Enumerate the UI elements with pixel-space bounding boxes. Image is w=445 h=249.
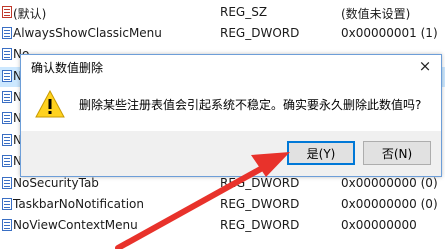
dword-value-icon [2, 134, 12, 146]
close-icon[interactable]: × [415, 57, 435, 75]
registry-row-default[interactable]: (默认) REG_SZ (数值未设置) [0, 3, 445, 23]
dword-value-icon [2, 219, 12, 231]
value-data: 0x00000000 [341, 218, 417, 232]
dialog-footer: 是(Y) 否(N) [21, 131, 441, 176]
registry-row-nosecuritytab[interactable]: NoSecurityTab REG_DWORD 0x00000000 (0) [0, 174, 445, 194]
value-data: 0x00000000 (0) [341, 197, 438, 211]
warning-icon [35, 90, 65, 118]
value-name: NoViewContextMenu [13, 218, 138, 232]
value-name: (默认) [13, 7, 47, 21]
yes-button[interactable]: 是(Y) [287, 141, 355, 165]
value-type: REG_DWORD [220, 176, 300, 190]
dialog-message: 删除某些注册表值会引起系统不稳定。确实要永久删除此数值吗? [79, 98, 422, 112]
value-data: 0x00000001 (1) [341, 26, 438, 40]
value-name: AlwaysShowClassicMenu [13, 26, 162, 40]
value-name: NoSecurityTab [13, 176, 99, 190]
value-type: REG_DWORD [220, 218, 300, 232]
dialog-content: 删除某些注册表值会引起系统不稳定。确实要永久删除此数值吗? [21, 79, 441, 131]
dword-value-icon [2, 27, 12, 39]
dword-value-icon [2, 198, 12, 210]
value-type: REG_DWORD [220, 197, 300, 211]
string-value-icon [2, 6, 12, 18]
registry-row-taskbarnonotification[interactable]: TaskbarNoNotification REG_DWORD 0x000000… [0, 195, 445, 215]
confirm-delete-dialog: 确认数值删除 × 删除某些注册表值会引起系统不稳定。确实要永久删除此数值吗? 是… [20, 54, 442, 177]
dialog-title: 确认数值删除 [31, 61, 104, 75]
dword-value-icon [2, 70, 12, 82]
registry-row-alwaysshowclassicmenu[interactable]: AlwaysShowClassicMenu REG_DWORD 0x000000… [0, 24, 445, 44]
dialog-titlebar[interactable]: 确认数值删除 × [21, 55, 441, 79]
value-name: TaskbarNoNotification [13, 197, 144, 211]
dword-value-icon [2, 177, 12, 189]
value-type: REG_SZ [220, 5, 268, 19]
value-data: (数值未设置) [341, 7, 411, 21]
value-type: REG_DWORD [220, 26, 300, 40]
dword-value-icon [2, 91, 12, 103]
registry-row-noviewcontextmenu[interactable]: NoViewContextMenu REG_DWORD 0x00000000 [0, 216, 445, 236]
value-data: 0x00000000 (0) [341, 176, 438, 190]
dword-value-icon [2, 155, 12, 167]
dword-value-icon [2, 112, 12, 124]
no-button[interactable]: 否(N) [363, 141, 431, 165]
dword-value-icon [2, 48, 12, 60]
